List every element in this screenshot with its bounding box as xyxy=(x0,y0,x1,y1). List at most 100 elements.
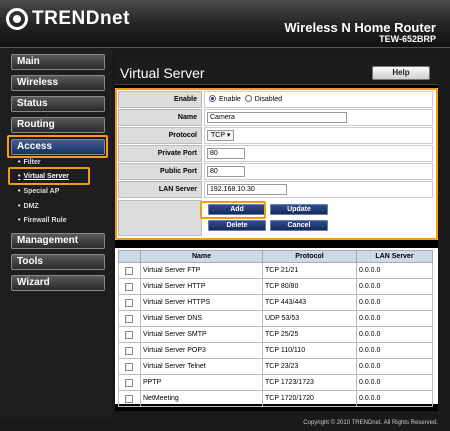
private-port-cell: 80 xyxy=(204,145,433,162)
table-row: Virtual Server POP3 TCP 110/110 0.0.0.0 xyxy=(118,342,433,359)
row-name: PPTP xyxy=(140,374,263,391)
row-lan-server: 0.0.0.0 xyxy=(356,326,433,343)
row-checkbox-cell xyxy=(118,390,141,407)
row-checkbox-cell xyxy=(118,294,141,311)
private-port-input[interactable]: 80 xyxy=(207,148,245,159)
lan-server-input[interactable]: 192.168.10.30 xyxy=(207,184,287,195)
row-protocol: TCP 110/110 xyxy=(262,342,357,359)
row-protocol: TCP 25/25 xyxy=(262,326,357,343)
row-checkbox-cell xyxy=(118,326,141,343)
sidebar-item-special-ap[interactable]: • Special AP xyxy=(18,188,59,195)
row-name: Virtual Server POP3 xyxy=(140,342,263,359)
nav-main[interactable]: Main xyxy=(11,54,105,70)
buttons-row: Add Update Delete Cancel xyxy=(118,200,433,236)
protocol-select[interactable]: TCP ▾ xyxy=(207,130,235,141)
row-lan-server: 0.0.0.0 xyxy=(356,358,433,375)
delete-button[interactable]: Delete xyxy=(208,220,266,231)
page-title: Virtual Server xyxy=(120,65,205,81)
sidebar-item-dmz[interactable]: • DMZ xyxy=(18,203,39,210)
sidebar-item-firewall-rule[interactable]: • Firewall Rule xyxy=(18,217,67,224)
table-row: Virtual Server HTTP TCP 80/80 0.0.0.0 xyxy=(118,278,433,295)
virtual-server-table: Name Protocol LAN Server Virtual Server … xyxy=(118,250,433,407)
chevron-down-icon: ▾ xyxy=(226,132,231,139)
dmz-label: DMZ xyxy=(23,203,39,210)
row-checkbox[interactable] xyxy=(125,282,133,291)
update-button[interactable]: Update xyxy=(270,204,328,215)
header: TRENDnet Wireless N Home Router TEW-652B… xyxy=(0,0,450,48)
sidebar-item-filter[interactable]: • Filter xyxy=(18,159,41,166)
title-bar: Virtual Server Help xyxy=(115,55,438,85)
buttons-label-cell xyxy=(118,200,202,236)
nav-access[interactable]: Access xyxy=(11,139,105,155)
table-row: Virtual Server DNS UDP 53/53 0.0.0.0 xyxy=(118,310,433,327)
model-number: TEW-652BRP xyxy=(379,34,436,44)
lan-server-row: LAN Server 192.168.10.30 xyxy=(118,181,433,198)
nav-wireless[interactable]: Wireless xyxy=(11,75,105,91)
public-port-label: Public Port xyxy=(118,163,202,180)
row-lan-server: 0.0.0.0 xyxy=(356,390,433,407)
private-port-row: Private Port 80 xyxy=(118,145,433,162)
name-input[interactable]: Camera xyxy=(207,112,347,123)
row-checkbox[interactable] xyxy=(125,378,133,387)
footer-copyright: Copyright © 2010 TRENDnet. All Rights Re… xyxy=(303,420,438,426)
row-lan-server: 0.0.0.0 xyxy=(356,262,433,279)
product-name: Wireless N Home Router xyxy=(284,20,436,35)
row-protocol: TCP 80/80 xyxy=(262,278,357,295)
lan-server-cell: 192.168.10.30 xyxy=(204,181,433,198)
router-admin-window: TRENDnet Wireless N Home Router TEW-652B… xyxy=(0,0,450,431)
row-checkbox-cell xyxy=(118,374,141,391)
table-row: Virtual Server HTTPS TCP 443/443 0.0.0.0 xyxy=(118,294,433,311)
row-checkbox[interactable] xyxy=(125,362,133,371)
name-cell: Camera xyxy=(204,109,433,126)
virtual-server-list: Name Protocol LAN Server Virtual Server … xyxy=(115,248,438,407)
row-checkbox[interactable] xyxy=(125,330,133,339)
public-port-input[interactable]: 80 xyxy=(207,166,245,177)
row-lan-server: 0.0.0.0 xyxy=(356,310,433,327)
lan-server-column-header: LAN Server xyxy=(356,250,433,263)
disabled-radio[interactable] xyxy=(244,95,252,102)
nav-status[interactable]: Status xyxy=(11,96,105,112)
row-checkbox[interactable] xyxy=(125,394,133,403)
public-port-row: Public Port 80 xyxy=(118,163,433,180)
name-row: Name Camera xyxy=(118,109,433,126)
enable-option-label: Enable xyxy=(219,96,241,103)
row-protocol: TCP 1723/1723 xyxy=(262,374,357,391)
sidebar-item-virtual-server[interactable]: • Virtual Server xyxy=(18,173,69,180)
row-checkbox-cell xyxy=(118,278,141,295)
help-button[interactable]: Help xyxy=(372,66,430,80)
nav-tools[interactable]: Tools xyxy=(11,254,105,270)
row-name: Virtual Server HTTP xyxy=(140,278,263,295)
table-row: Virtual Server FTP TCP 21/21 0.0.0.0 xyxy=(118,262,433,279)
row-checkbox[interactable] xyxy=(125,298,133,307)
row-protocol: TCP 21/21 xyxy=(262,262,357,279)
row-name: NetMeeting xyxy=(140,390,263,407)
table-row: PPTP TCP 1723/1723 0.0.0.0 xyxy=(118,374,433,391)
row-protocol: TCP 23/23 xyxy=(262,358,357,375)
nav-wizard[interactable]: Wizard xyxy=(11,275,105,291)
table-row: NetMeeting TCP 1720/1720 0.0.0.0 xyxy=(118,390,433,407)
table-header-row: Name Protocol LAN Server xyxy=(118,250,433,263)
enable-radio[interactable] xyxy=(209,95,216,102)
cancel-button[interactable]: Cancel xyxy=(270,220,328,231)
lan-server-label: LAN Server xyxy=(118,181,202,198)
table-row: Virtual Server Telnet TCP 23/23 0.0.0.0 xyxy=(118,358,433,375)
protocol-value: TCP xyxy=(211,132,225,139)
row-lan-server: 0.0.0.0 xyxy=(356,342,433,359)
virtual-server-label: Virtual Server xyxy=(23,173,69,180)
main-panel: Virtual Server Help Enable Enable Disabl… xyxy=(115,55,438,411)
brand-name: TRENDnet xyxy=(32,8,130,29)
protocol-row: Protocol TCP ▾ xyxy=(118,127,433,144)
virtual-server-form: Enable Enable Disabled Name Camera Proto… xyxy=(115,88,438,240)
nav-management[interactable]: Management xyxy=(11,233,105,249)
row-checkbox-cell xyxy=(118,358,141,375)
row-checkbox[interactable] xyxy=(125,346,133,355)
trendnet-logo-icon xyxy=(6,8,28,30)
row-checkbox[interactable] xyxy=(125,314,133,323)
add-button[interactable]: Add xyxy=(208,204,266,215)
disabled-option-label: Disabled xyxy=(254,96,282,103)
sidebar: Main Wireless Status Routing Access • Fil… xyxy=(0,48,112,418)
enable-row: Enable Enable Disabled xyxy=(118,91,433,108)
nav-routing[interactable]: Routing xyxy=(11,117,105,133)
enable-label: Enable xyxy=(118,91,202,108)
row-checkbox[interactable] xyxy=(125,266,133,275)
